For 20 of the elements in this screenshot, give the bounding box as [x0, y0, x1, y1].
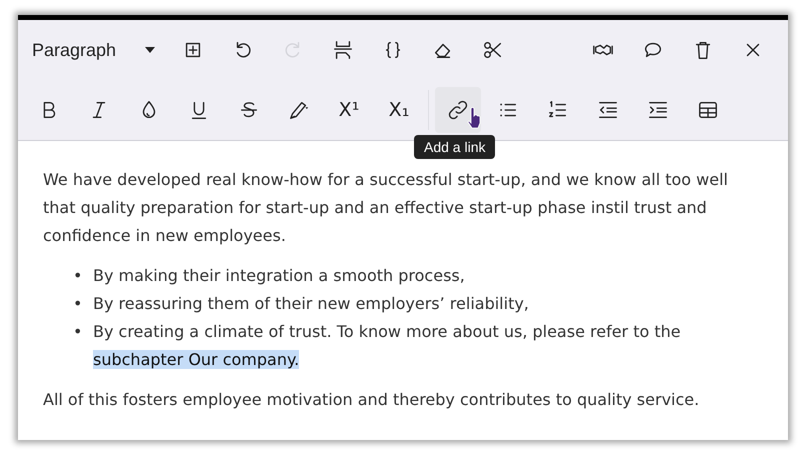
bullet: • [73, 321, 84, 343]
outdent-icon [597, 99, 619, 121]
page-break-icon [332, 39, 354, 61]
caret-icon [144, 46, 156, 54]
bullet: • [73, 265, 84, 287]
subscript-button[interactable]: X₁ [376, 87, 422, 133]
paragraph: All of this fosters employee motivation and thereby contributes to quality service. [43, 389, 700, 411]
paragraph: We have developed real know-how for a successful start-up, and we know all too well that quality preparation for start-up and an effective start-up phase instil trust and confidence in new employees. [43, 169, 729, 247]
brush-icon [288, 99, 310, 121]
indent-icon [647, 99, 669, 121]
tooltip: Add a link [414, 135, 496, 159]
superscript-button[interactable]: X¹ [326, 87, 372, 133]
table-icon [697, 99, 719, 121]
list-item: By creating a climate of trust. To know more about us, please refer to the subchapter Our company. [93, 321, 682, 371]
paragraph-style-dropdown[interactable]: Paragraph [26, 36, 162, 64]
list-item: By reassuring them of their new employers’ reliability, [93, 293, 529, 315]
link-button[interactable] [435, 87, 481, 133]
link-icon [447, 99, 469, 121]
list-item: By making their integration a smooth process, [93, 265, 465, 287]
bullet: • [73, 293, 84, 315]
